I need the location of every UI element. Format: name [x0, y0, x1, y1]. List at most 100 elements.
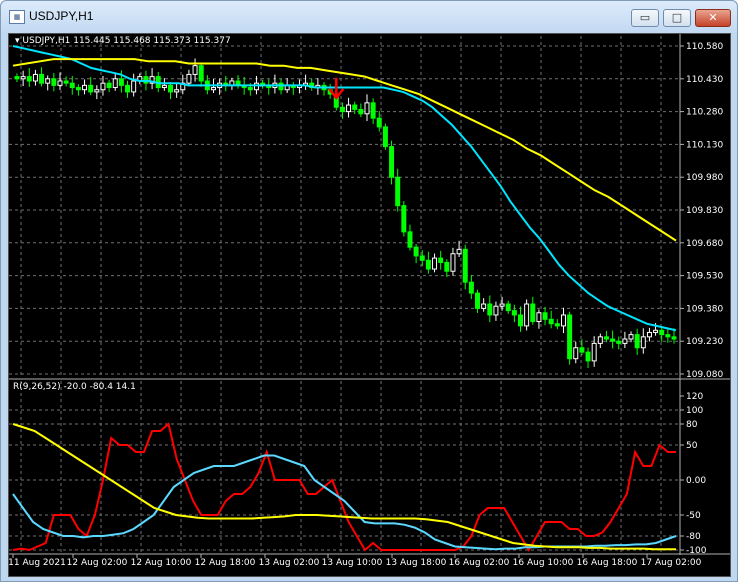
candle-body [462, 248, 468, 283]
candle-body [118, 78, 124, 86]
time-tick-label: 12 Aug 02:00 [67, 558, 128, 568]
candle-body [39, 73, 45, 84]
chart-canvas[interactable]: 110.580 110.430 110.280 110.130 109.980 109.8… [8, 34, 730, 576]
time-tick-label: 12 Aug 10:00 [131, 558, 192, 568]
candle-body [401, 205, 407, 233]
candle-body [94, 89, 100, 93]
indicator-header: R(9,26,52) -20.0 -80.4 14.1 [13, 382, 136, 392]
chart-area[interactable]: 110.580 110.430 110.280 110.130 109.980 109.8… [8, 33, 731, 577]
candle-body [585, 351, 591, 362]
price-tick-label: 109.230 [686, 337, 723, 347]
candle-body [487, 303, 493, 316]
price-tick-label: 110.280 [686, 108, 723, 118]
candle-body [63, 80, 69, 84]
oscillator-panel [12, 422, 677, 552]
candle-body [548, 318, 554, 325]
candle-body [610, 338, 616, 342]
minimize-button[interactable]: ▭ [631, 9, 659, 27]
candle-body [51, 78, 57, 86]
candle-body [438, 257, 444, 263]
osc-tick-label: 0.00 [686, 476, 706, 486]
ma-fast-line [12, 45, 677, 332]
candle-body [88, 84, 94, 93]
candle-body [75, 87, 81, 91]
candle-body [210, 87, 216, 91]
candle-body [14, 76, 20, 80]
candle-body [646, 331, 652, 338]
candle-body [450, 253, 456, 272]
price-tick-label: 109.830 [686, 206, 723, 216]
candle-body [444, 261, 450, 272]
title-bar[interactable]: ▦ USDJPY,H1 ▭ □ ✕ [1, 1, 737, 33]
candle-body [432, 257, 438, 270]
collapse-triangle-icon[interactable]: ▾ [15, 36, 20, 46]
maximize-button[interactable]: □ [663, 9, 691, 27]
candle-body [26, 76, 32, 82]
candle-body [168, 84, 174, 93]
candle-body [186, 73, 192, 84]
price-tick-label: 109.680 [686, 239, 723, 249]
candle-body [100, 82, 106, 91]
axes: 110.580 110.430 110.280 110.130 109.980 109.8… [8, 42, 723, 568]
candle-body [665, 334, 671, 338]
price-tick-label: 109.080 [686, 370, 723, 380]
osc-red-line [12, 422, 676, 552]
osc-tick-label: 120 [686, 392, 703, 402]
candle-body [389, 146, 395, 178]
candle-body [493, 305, 499, 316]
candle-body [358, 108, 364, 115]
candle-body [475, 292, 481, 309]
candle-body [339, 106, 345, 113]
candle-body [192, 65, 198, 75]
close-button[interactable]: ✕ [695, 9, 731, 27]
candle-body [425, 259, 431, 270]
price-tick-label: 109.530 [686, 272, 723, 282]
candle-body [352, 104, 358, 110]
chart-grid [9, 34, 730, 555]
candle-body [57, 80, 63, 86]
ma-slow-line [12, 58, 677, 242]
candle-body [560, 314, 566, 327]
price-header-text: USDJPY,H1 115.445 115.468 115.373 115.37… [22, 36, 231, 46]
price-tick-label: 109.380 [686, 304, 723, 314]
window-title: USDJPY,H1 [29, 9, 94, 23]
candle-body [395, 176, 401, 207]
candle-body [125, 84, 131, 93]
candle-body [542, 312, 548, 320]
osc-tick-label: 80 [686, 420, 698, 430]
candle-body [591, 342, 597, 362]
candle-body [174, 89, 180, 93]
candle-body [597, 336, 603, 344]
osc-tick-label: -80 [686, 532, 701, 542]
candle-body [131, 80, 137, 93]
candle-body [511, 310, 517, 316]
candle-body [573, 347, 579, 360]
chart-window-icon: ▦ [9, 10, 25, 24]
candle-body [370, 102, 376, 119]
candle-body [579, 347, 585, 353]
candle-body [161, 84, 167, 89]
candle-body [622, 338, 628, 344]
time-tick-label: 12 Aug 18:00 [195, 558, 256, 568]
price-tick-label: 109.980 [686, 173, 723, 183]
osc-tick-label: 50 [686, 441, 698, 451]
osc-tick-label: -100 [686, 546, 707, 556]
candle-body [536, 312, 542, 323]
osc-yellow-line [12, 423, 676, 551]
candle-body [616, 340, 622, 344]
time-tick-label: 11 Aug 2021 [9, 558, 66, 568]
candle-body [628, 334, 634, 340]
osc-tick-label: 100 [686, 406, 703, 416]
candle-body [69, 82, 75, 89]
candle-body [143, 76, 149, 84]
price-panel [12, 45, 677, 369]
price-tick-label: 110.580 [686, 42, 723, 52]
candle-body [382, 126, 388, 148]
candle-body [530, 303, 536, 323]
candle-body [671, 336, 677, 340]
price-tick-label: 110.130 [686, 140, 723, 150]
candle-body [517, 314, 523, 327]
candle-body [481, 303, 487, 309]
candle-body [554, 323, 560, 327]
candle-body [505, 303, 511, 312]
